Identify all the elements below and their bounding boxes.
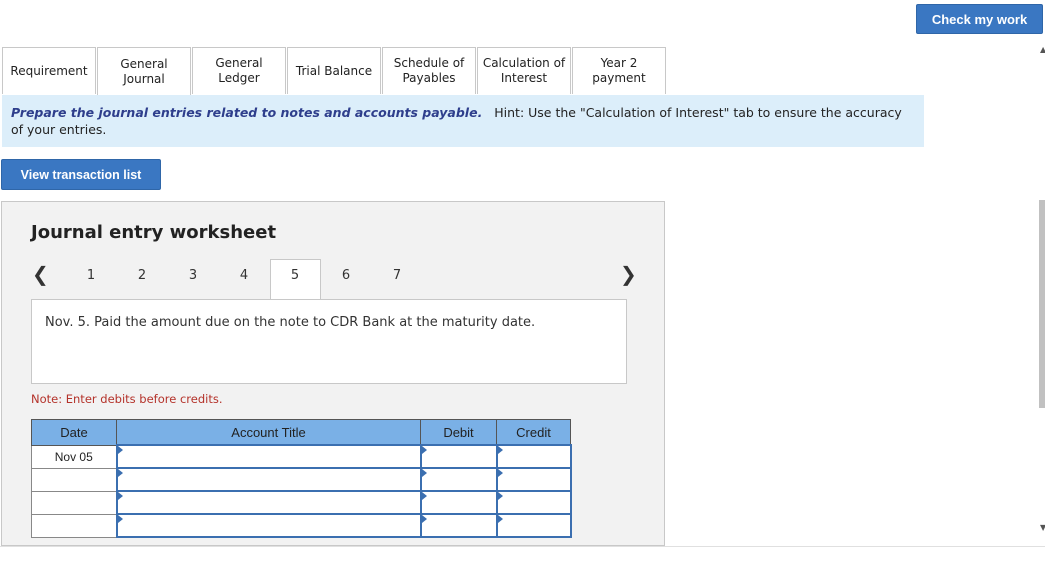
tab-year-2-payment[interactable]: Year 2 payment [572, 47, 666, 94]
page-number[interactable]: 4 [234, 268, 254, 283]
dropdown-marker-icon [117, 446, 123, 454]
dropdown-marker-icon [497, 492, 503, 500]
view-transaction-list-button[interactable]: View transaction list [1, 159, 161, 190]
account-title-input[interactable] [115, 467, 422, 492]
date-cell [31, 490, 117, 515]
worksheet-title: Journal entry worksheet [31, 222, 277, 243]
dropdown-marker-icon [117, 469, 123, 477]
table-row [31, 490, 572, 515]
scrollbar-thumb[interactable] [1039, 200, 1045, 408]
tab-label: Journal [123, 71, 165, 86]
dropdown-marker-icon [497, 515, 503, 523]
date-cell: Nov 05 [31, 444, 117, 469]
dropdown-marker-icon [421, 492, 427, 500]
tab-label: General [215, 56, 263, 70]
table-row: Nov 05 [31, 444, 572, 469]
bottom-bar [0, 546, 1045, 561]
tab-label: Year 2 [600, 56, 638, 70]
tab-label: Calculation of [482, 56, 566, 70]
tab-calculation-of-interest[interactable]: Calculation of Interest [477, 47, 571, 94]
table-row [31, 467, 572, 492]
dropdown-marker-icon [421, 446, 427, 454]
tab-label: Trial Balance [295, 63, 373, 78]
tab-schedule-of-payables[interactable]: Schedule of Payables [382, 47, 476, 94]
debit-header: Debit [420, 419, 497, 446]
dropdown-marker-icon [497, 446, 503, 454]
date-header: Date [31, 419, 117, 446]
account-title-input[interactable] [115, 513, 422, 538]
account-title-header: Account Title [116, 419, 421, 446]
tab-trial-balance[interactable]: Trial Balance [287, 47, 381, 94]
dropdown-marker-icon [117, 515, 123, 523]
tab-label: Schedule of [393, 56, 465, 70]
table-header-row: Date Account Title Debit Credit [31, 419, 571, 446]
tab-general-journal[interactable]: General Journal [97, 47, 191, 95]
page-number[interactable]: 1 [81, 268, 101, 283]
tab-requirement[interactable]: Requirement [2, 47, 96, 94]
credit-input[interactable] [495, 513, 572, 538]
check-my-work-button[interactable]: Check my work [916, 4, 1043, 34]
credit-input[interactable] [495, 444, 572, 469]
page-number[interactable]: 7 [387, 268, 407, 283]
date-cell [31, 513, 117, 538]
chevron-right-icon[interactable]: ❯ [620, 262, 637, 286]
tab-label: Interest [500, 71, 548, 85]
description-text: Nov. 5. Paid the amount due on the note … [45, 315, 536, 330]
dropdown-marker-icon [117, 492, 123, 500]
instruction-banner: Prepare the journal entries related to n… [2, 95, 924, 147]
tab-label: Payables [402, 71, 456, 85]
scroll-down-icon[interactable]: ▼ [1040, 523, 1045, 532]
dropdown-marker-icon [421, 515, 427, 523]
account-title-input[interactable] [115, 444, 422, 469]
tab-label: General [120, 56, 168, 71]
entry-note: Note: Enter debits before credits. [31, 392, 223, 406]
debit-input[interactable] [419, 467, 498, 492]
page-number[interactable]: 3 [183, 268, 203, 283]
page-number[interactable]: 2 [132, 268, 152, 283]
page-number-active[interactable]: 5 [285, 268, 305, 283]
account-title-input[interactable] [115, 490, 422, 515]
chevron-left-icon[interactable]: ❮ [32, 262, 49, 286]
journal-entry-worksheet: Journal entry worksheet ❮ 1 2 3 4 5 6 7 … [1, 201, 665, 546]
page-number[interactable]: 6 [336, 268, 356, 283]
journal-table: Date Account Title Debit Credit Nov 05 [31, 419, 572, 538]
tab-label: payment [592, 71, 646, 85]
debit-input[interactable] [419, 444, 498, 469]
date-cell [31, 467, 117, 492]
table-row [31, 513, 572, 538]
credit-input[interactable] [495, 467, 572, 492]
dropdown-marker-icon [421, 469, 427, 477]
tab-label: Ledger [218, 71, 260, 85]
credit-header: Credit [496, 419, 571, 446]
credit-input[interactable] [495, 490, 572, 515]
transaction-description: Nov. 5. Paid the amount due on the note … [31, 299, 627, 384]
instruction-text: Prepare the journal entries related to n… [11, 105, 483, 120]
debit-input[interactable] [419, 490, 498, 515]
tab-general-ledger[interactable]: General Ledger [192, 47, 286, 94]
tab-label: Requirement [10, 63, 88, 78]
debit-input[interactable] [419, 513, 498, 538]
dropdown-marker-icon [497, 469, 503, 477]
scroll-up-icon[interactable]: ▲ [1040, 45, 1045, 54]
